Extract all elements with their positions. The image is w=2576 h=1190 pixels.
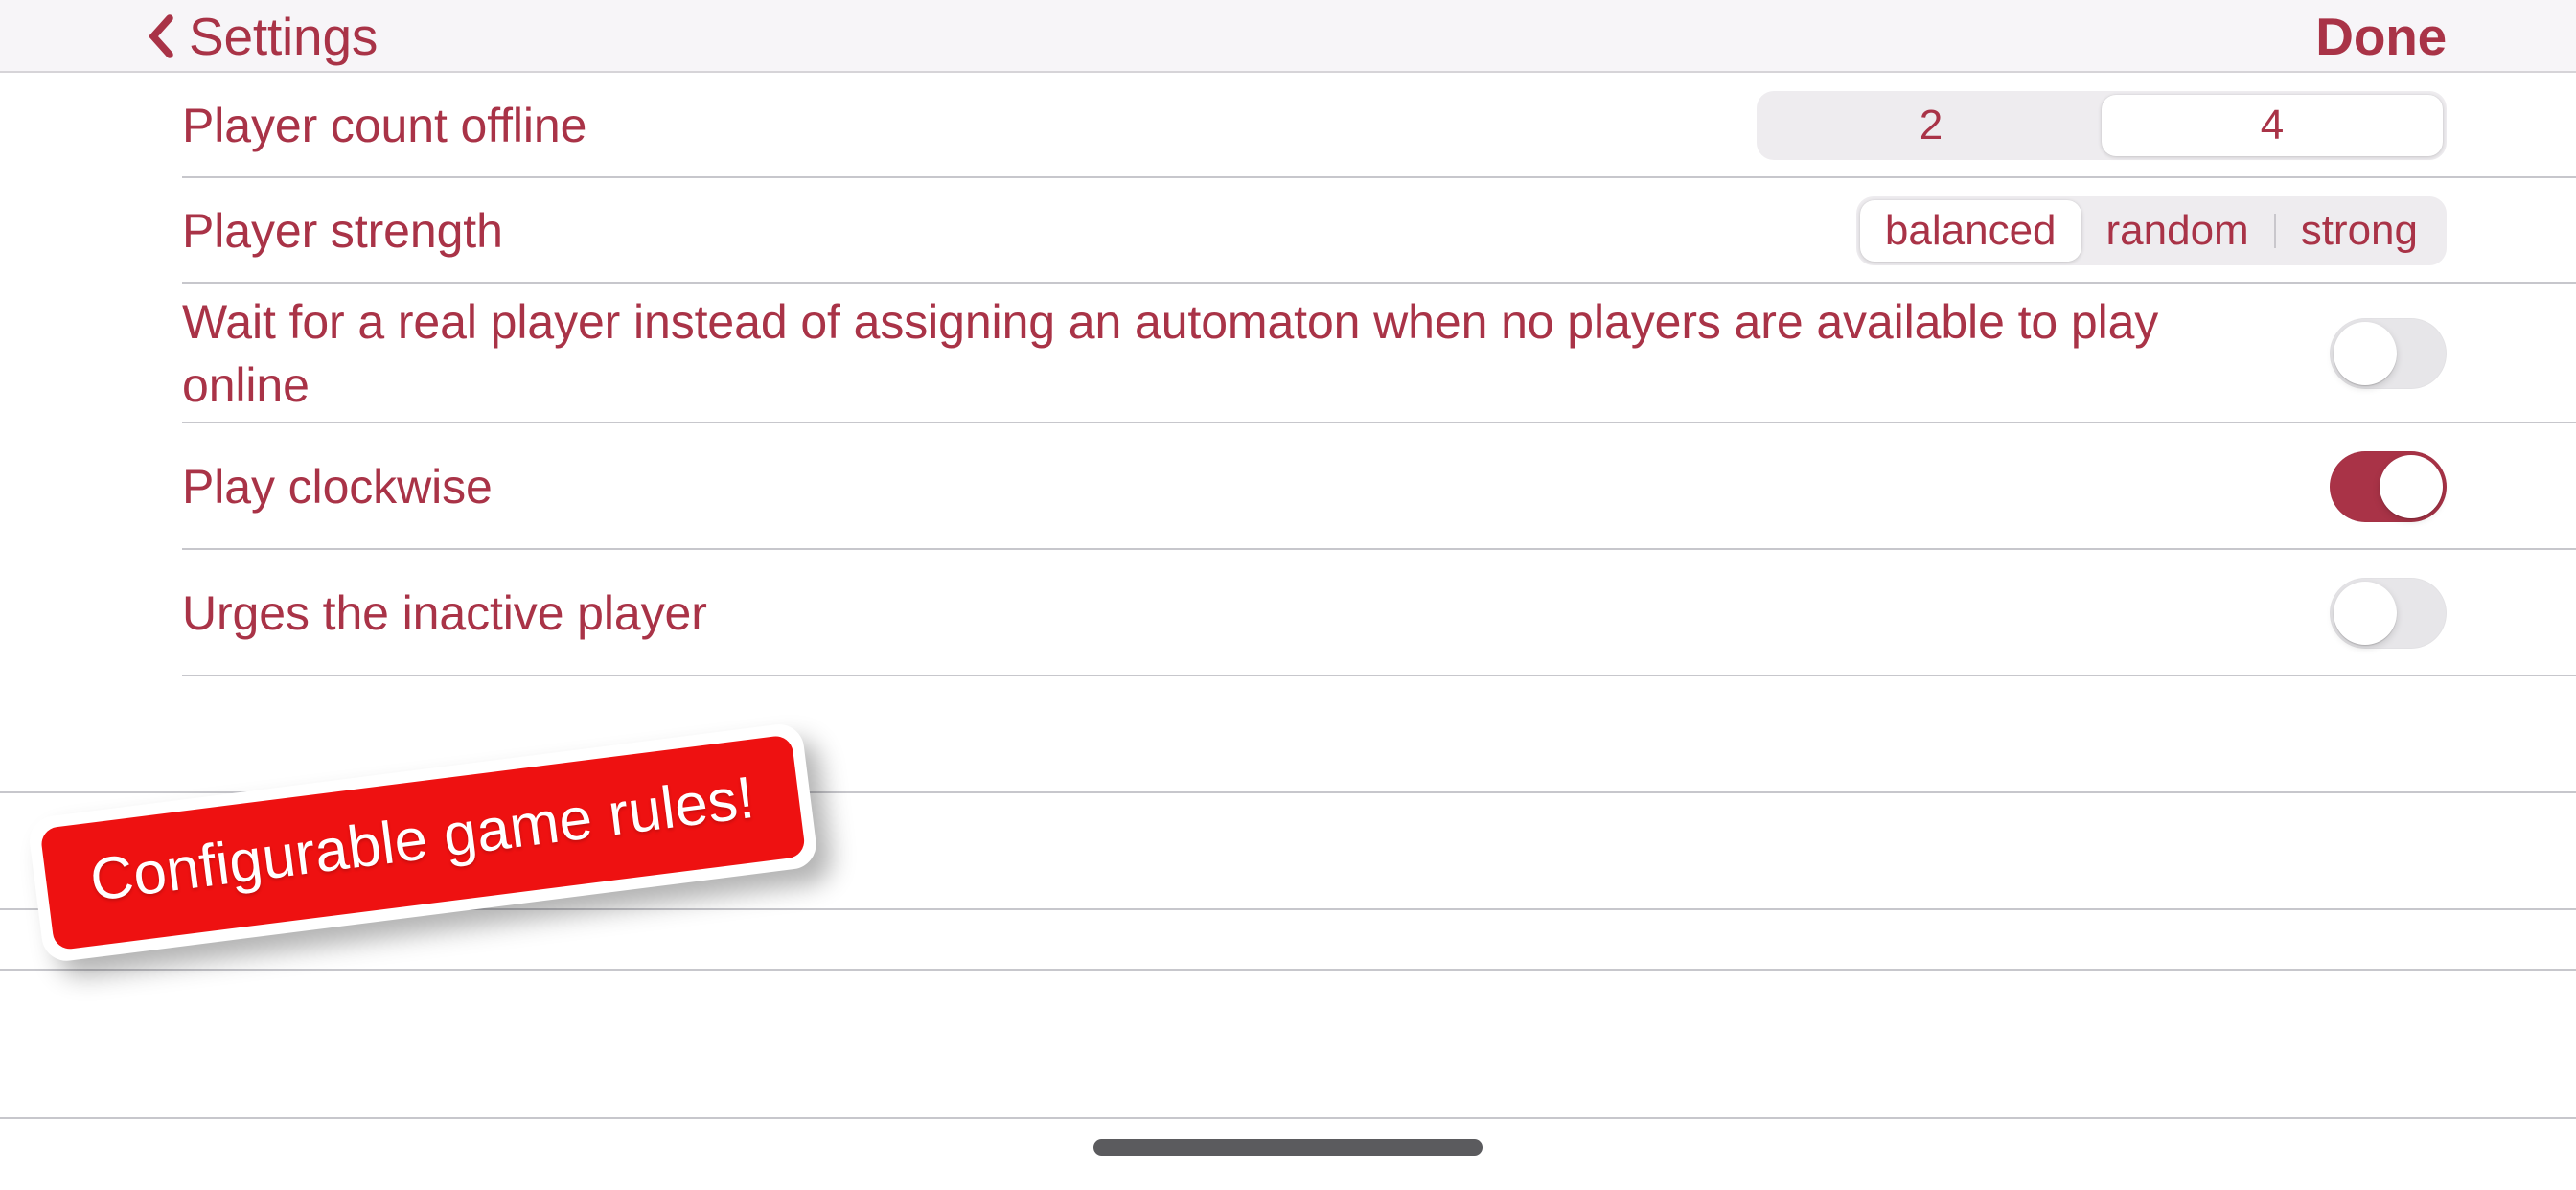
row-control-player-count-offline: 2 4 bbox=[1757, 91, 2447, 160]
toggle-knob bbox=[2380, 455, 2443, 518]
segment-player-strength-balanced[interactable]: balanced bbox=[1859, 200, 2082, 262]
row-control-player-strength: balanced random strong bbox=[1855, 196, 2447, 265]
row-label-urges-inactive-player: Urges the inactive player bbox=[182, 586, 707, 640]
segment-player-strength-strong[interactable]: strong bbox=[2276, 200, 2443, 262]
row-label-wait-for-real-player: Wait for a real player instead of assign… bbox=[182, 295, 2159, 412]
row-control-wait-for-real-player bbox=[2330, 318, 2447, 389]
done-button[interactable]: Done bbox=[2315, 0, 2447, 73]
back-button-label: Settings bbox=[189, 6, 379, 66]
settings-row-player-count-offline[interactable]: Player count offline 2 4 bbox=[0, 73, 2576, 178]
settings-row-empty[interactable] bbox=[0, 971, 2576, 1119]
navigation-bar: Settings Done bbox=[0, 0, 2576, 73]
row-label-play-clockwise: Play clockwise bbox=[182, 460, 493, 514]
segment-player-strength-random[interactable]: random bbox=[2082, 200, 2274, 262]
done-button-label: Done bbox=[2315, 6, 2447, 66]
settings-row-wait-for-real-player[interactable]: Wait for a real player instead of assign… bbox=[0, 284, 2576, 423]
toggle-wait-for-real-player[interactable] bbox=[2330, 318, 2447, 389]
settings-screen: Settings Done Player count offline 2 4 P… bbox=[0, 0, 2576, 1190]
segmented-control-player-strength[interactable]: balanced random strong bbox=[1855, 196, 2447, 265]
segment-player-count-2[interactable]: 2 bbox=[1760, 95, 2102, 156]
home-indicator[interactable] bbox=[1093, 1139, 1483, 1156]
settings-row-urges-inactive-player[interactable]: Urges the inactive player bbox=[0, 550, 2576, 676]
chevron-left-icon bbox=[149, 14, 173, 58]
row-control-urges-inactive-player bbox=[2330, 578, 2447, 649]
row-control-play-clockwise bbox=[2330, 451, 2447, 522]
toggle-urges-inactive-player[interactable] bbox=[2330, 578, 2447, 649]
back-button[interactable]: Settings bbox=[149, 0, 378, 73]
toggle-knob bbox=[2334, 582, 2397, 645]
row-label-player-strength: Player strength bbox=[182, 204, 503, 258]
segment-player-count-4[interactable]: 4 bbox=[2102, 95, 2443, 156]
toggle-knob bbox=[2334, 322, 2397, 385]
toggle-play-clockwise[interactable] bbox=[2330, 451, 2447, 522]
segmented-control-player-count[interactable]: 2 4 bbox=[1757, 91, 2447, 160]
row-label-player-count-offline: Player count offline bbox=[182, 99, 587, 152]
settings-row-play-clockwise[interactable]: Play clockwise bbox=[0, 423, 2576, 550]
settings-table: Player count offline 2 4 Player strength… bbox=[0, 73, 2576, 1190]
settings-row-player-strength[interactable]: Player strength balanced random strong bbox=[0, 178, 2576, 284]
